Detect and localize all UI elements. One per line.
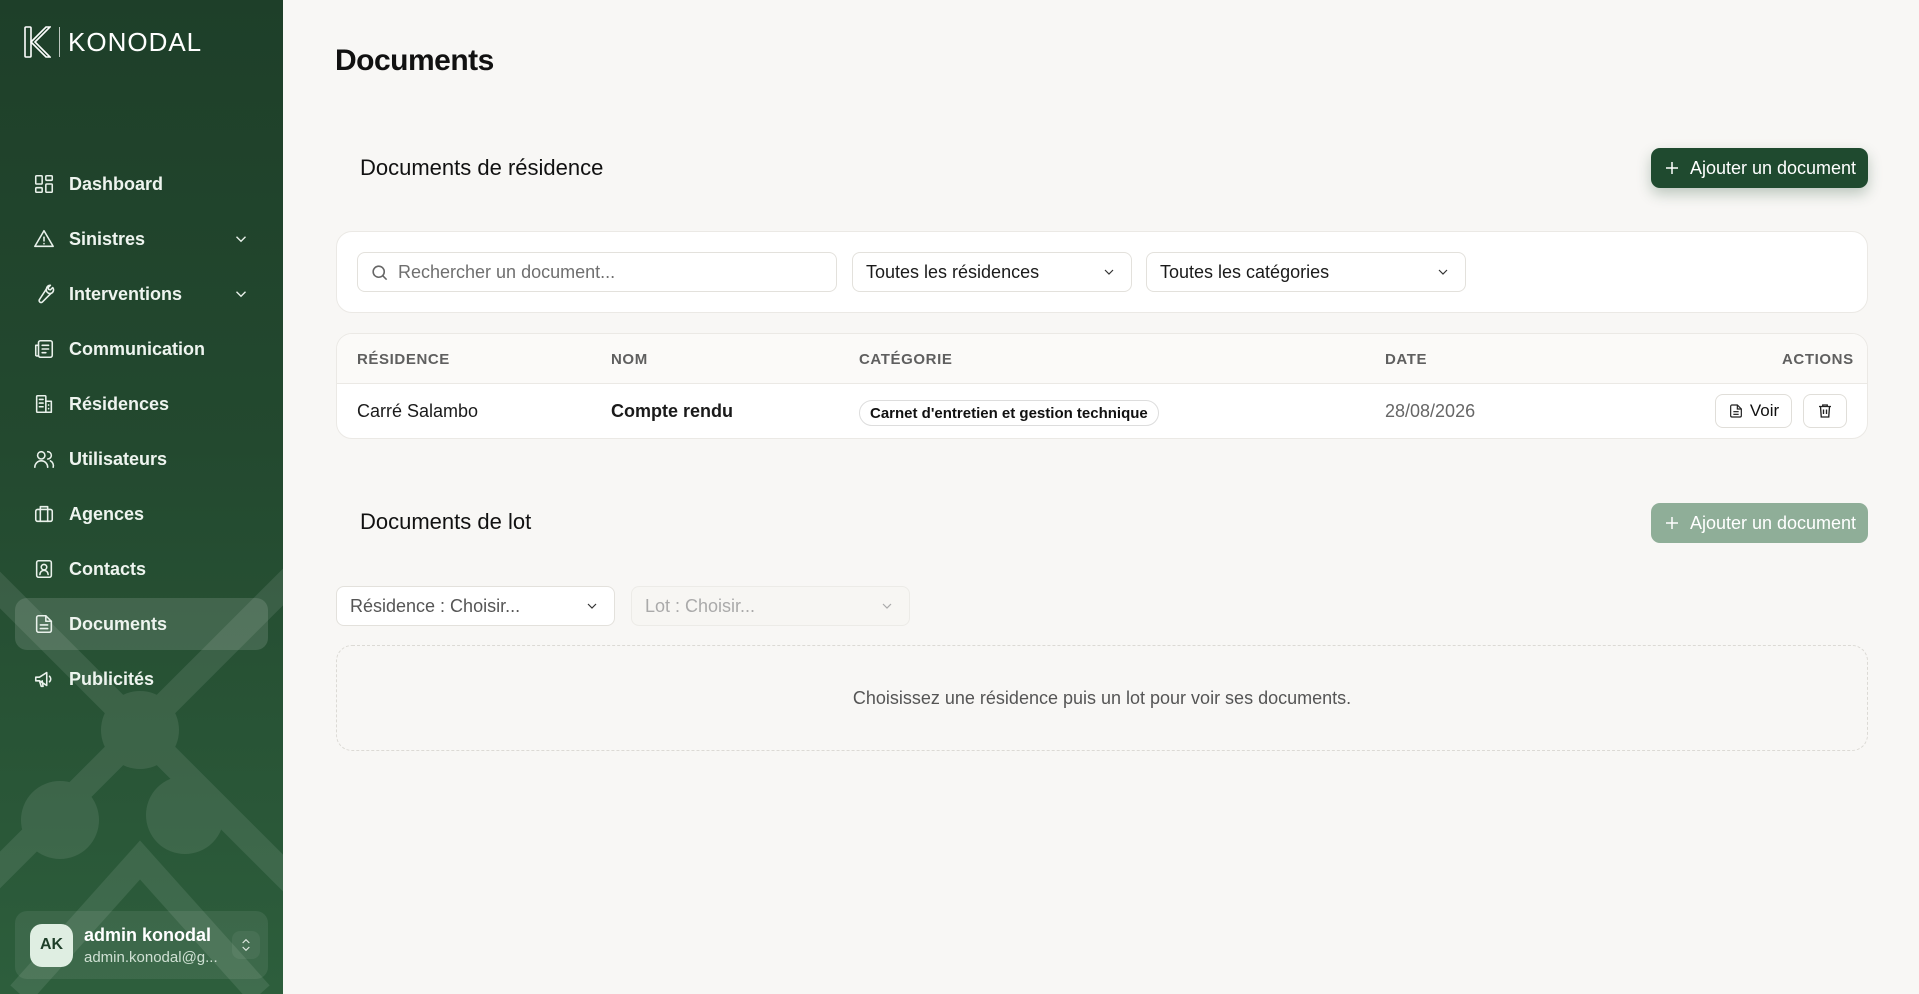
plus-icon [1665, 517, 1678, 529]
search-input[interactable] [398, 261, 818, 283]
residence-documents-table: RÉSIDENCE NOM CATÉGORIE DATE ACTIONS Car… [336, 333, 1868, 439]
wrench-icon [33, 283, 55, 305]
cell-nom: Compte rendu [611, 401, 734, 421]
column-header-date: DATE [1385, 351, 1428, 368]
sidebar-item-label: Utilisateurs [69, 448, 168, 469]
chevron-down-icon [584, 598, 600, 614]
search-icon [372, 264, 388, 280]
column-header-categorie: CATÉGORIE [859, 351, 953, 368]
chevron-down-icon[interactable] [232, 285, 250, 303]
sidebar-item-label: Interventions [69, 283, 183, 304]
avatar: AK [30, 923, 73, 967]
delete-document-button[interactable] [1803, 394, 1847, 428]
trash-icon [1819, 404, 1831, 418]
sidebar: KONODAL Dashboard Sinistres Intervention… [0, 0, 283, 994]
select-value: Résidence : Choisir... [350, 595, 521, 616]
add-residence-document-button[interactable]: Ajouter un document [1651, 148, 1868, 188]
section-title-residence: Documents de résidence [360, 155, 604, 180]
view-document-button[interactable]: Voir [1715, 394, 1792, 428]
plus-icon [1665, 162, 1678, 174]
sidebar-item-label: Communication [69, 338, 206, 359]
column-header-nom: NOM [611, 351, 648, 368]
sidebar-item-utilisateurs[interactable]: Utilisateurs [15, 433, 268, 485]
newspaper-icon [33, 338, 55, 360]
column-header-residence: RÉSIDENCE [357, 351, 450, 368]
sidebar-item-communication[interactable]: Communication [15, 323, 268, 375]
sidebar-item-label: Documents [69, 613, 168, 634]
sidebar-item-label: Agences [69, 503, 145, 524]
brand-name: KONODAL [68, 26, 203, 57]
warning-icon [33, 228, 55, 250]
cell-residence: Carré Salambo [357, 401, 479, 421]
column-header-actions: ACTIONS [1782, 351, 1854, 368]
sidebar-item-agences[interactable]: Agences [15, 488, 268, 540]
chevrons-up-down-icon[interactable] [232, 931, 260, 959]
select-value: Toutes les résidences [866, 261, 1040, 282]
briefcase-icon [33, 503, 55, 525]
konodal-logo-icon [24, 26, 51, 58]
file-icon [33, 613, 55, 635]
brand-separator [59, 27, 60, 57]
file-text-icon [1729, 404, 1742, 418]
sidebar-item-sinistres[interactable]: Sinistres [15, 213, 268, 265]
cell-date: 28/08/2026 [1385, 401, 1476, 421]
category-filter-select[interactable]: Toutes les catégories [1146, 252, 1466, 292]
sidebar-item-label: Contacts [69, 558, 147, 579]
residence-filter-select[interactable]: Toutes les résidences [852, 252, 1132, 292]
search-box[interactable] [357, 252, 837, 292]
empty-state-message: Choisissez une résidence puis un lot pou… [852, 687, 1352, 708]
users-icon [33, 448, 55, 470]
sidebar-item-label: Publicités [69, 668, 155, 689]
sidebar-item-residences[interactable]: Résidences [15, 378, 268, 430]
user-menu[interactable]: AK admin konodal admin.konodal@g... [15, 911, 268, 979]
view-button-label: Voir [1749, 401, 1780, 420]
user-email: admin.konodal@g... [84, 948, 218, 966]
sidebar-item-label: Sinistres [69, 228, 146, 249]
sidebar-item-interventions[interactable]: Interventions [15, 268, 268, 320]
user-info: admin konodal admin.konodal@g... [84, 925, 218, 966]
add-button-label: Ajouter un document [1689, 157, 1857, 178]
table-header: RÉSIDENCE NOM CATÉGORIE DATE ACTIONS [337, 334, 1867, 384]
add-lot-document-button[interactable]: Ajouter un document [1651, 503, 1868, 543]
section-title-lot: Documents de lot [360, 509, 532, 534]
sidebar-nav: Dashboard Sinistres Interventions Commun… [15, 158, 268, 708]
chevron-down-icon[interactable] [232, 230, 250, 248]
sidebar-item-label: Dashboard [69, 173, 164, 194]
sidebar-item-dashboard[interactable]: Dashboard [15, 158, 268, 210]
chevron-down-icon [1435, 264, 1451, 280]
sidebar-item-label: Résidences [69, 393, 170, 414]
page-title: Documents [335, 44, 494, 77]
brand-logo[interactable]: KONODAL [24, 26, 202, 58]
filter-bar: Toutes les résidences Toutes les catégor… [336, 231, 1868, 313]
building-icon [33, 393, 55, 415]
sidebar-item-contacts[interactable]: Contacts [15, 543, 268, 595]
contact-icon [33, 558, 55, 580]
category-badge: Carnet d'entretien et gestion technique [859, 400, 1159, 426]
select-value: Lot : Choisir... [645, 595, 756, 616]
sidebar-item-publicites[interactable]: Publicités [15, 653, 268, 705]
sidebar-item-documents[interactable]: Documents [15, 598, 268, 650]
lot-select[interactable]: Lot : Choisir... [631, 586, 910, 626]
user-name: admin konodal [84, 924, 212, 945]
chevron-down-icon [879, 598, 895, 614]
dashboard-icon [33, 173, 55, 195]
lot-residence-select[interactable]: Résidence : Choisir... [336, 586, 615, 626]
megaphone-icon [33, 668, 55, 690]
chevron-down-icon [1101, 264, 1117, 280]
select-value: Toutes les catégories [1160, 261, 1330, 282]
empty-state: Choisissez une résidence puis un lot pou… [336, 645, 1868, 751]
add-button-label: Ajouter un document [1689, 512, 1857, 533]
